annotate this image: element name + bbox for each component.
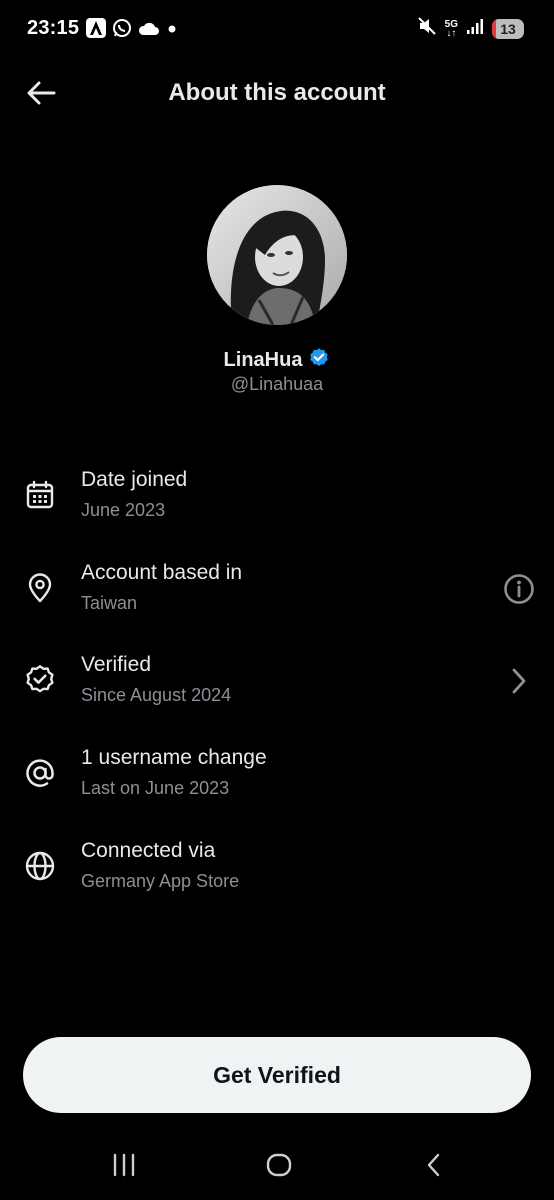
location-pin-icon (23, 571, 57, 605)
info-icon (504, 574, 534, 604)
info-row-verified[interactable]: Verified Since August 2024 (0, 647, 554, 723)
home-button[interactable] (257, 1148, 301, 1182)
system-nav-bar (0, 1130, 554, 1200)
row-title: Verified (81, 653, 152, 676)
signal-icon (466, 18, 484, 39)
row-title: Connected via (81, 839, 216, 862)
system-back-button[interactable] (412, 1148, 456, 1182)
verified-badge-outline-icon (23, 663, 57, 697)
dot-icon (166, 22, 178, 40)
at-sign-icon (23, 756, 57, 790)
row-value: Taiwan (81, 593, 138, 613)
info-row-connected-via: Connected via Germany App Store (0, 833, 554, 909)
home-icon (266, 1153, 292, 1177)
mute-icon (417, 16, 437, 41)
calendar-icon (23, 478, 57, 512)
battery-level: 13 (500, 20, 516, 37)
verified-badge-icon (308, 347, 330, 374)
avatar[interactable] (207, 185, 347, 325)
status-time: 23:15 (27, 17, 80, 39)
globe-icon (23, 849, 57, 883)
battery-indicator: 13 (492, 18, 524, 39)
system-icons: 5G ↓↑ 13 (417, 16, 524, 41)
row-title: Date joined (81, 468, 188, 491)
info-row-date-joined: Date joined June 2023 (0, 462, 554, 538)
notification-icons (86, 18, 178, 43)
row-title: 1 username change (81, 746, 267, 769)
recent-apps-icon (113, 1153, 135, 1177)
row-title: Account based in (81, 561, 243, 584)
page-title: About this account (168, 79, 386, 106)
header: About this account (0, 60, 554, 126)
app-a-icon (86, 18, 106, 43)
cloud-icon (138, 20, 160, 41)
row-value: June 2023 (81, 500, 166, 520)
info-button[interactable] (502, 572, 536, 606)
info-row-account-based-in: Account based in Taiwan (0, 555, 554, 631)
info-row-username-change: 1 username change Last on June 2023 (0, 740, 554, 816)
get-verified-button[interactable]: Get Verified (23, 1037, 531, 1113)
chevron-right-button[interactable] (502, 664, 536, 698)
whatsapp-icon (112, 18, 132, 43)
battery-fill (492, 18, 497, 39)
display-name-row: LinaHua (0, 347, 554, 374)
row-value: Last on June 2023 (81, 778, 230, 798)
recent-apps-button[interactable] (102, 1148, 146, 1182)
back-chevron-icon (427, 1153, 440, 1177)
row-value: Germany App Store (81, 871, 240, 891)
network-type: 5G ↓↑ (444, 18, 458, 39)
display-name: LinaHua (223, 349, 303, 371)
chevron-right-icon (512, 668, 526, 694)
row-value: Since August 2024 (81, 685, 232, 705)
handle: @Linahuaa (230, 374, 324, 394)
status-bar: 23:15 5G ↓↑ 13 (0, 0, 554, 60)
